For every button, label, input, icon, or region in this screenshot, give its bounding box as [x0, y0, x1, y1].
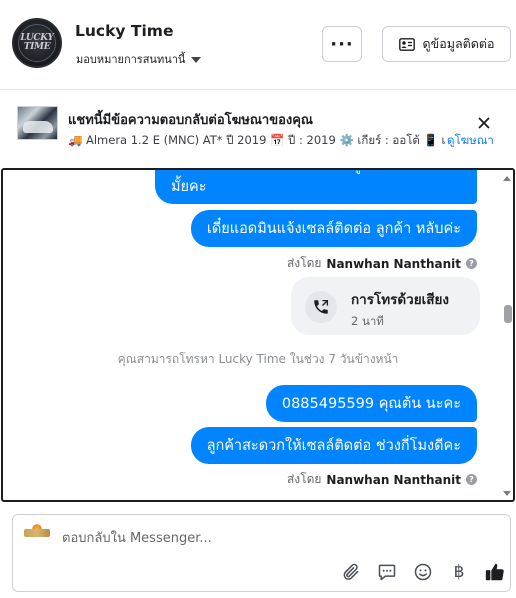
scroll-down-arrow-icon[interactable]: [503, 491, 511, 496]
sender-name: Nanwhan Nanthanit: [326, 472, 461, 487]
page-header: LUCKY TIME Lucky Time มอบหมายการสนทนานี้ …: [0, 0, 516, 90]
saved-replies-button[interactable]: [369, 559, 405, 585]
sent-by-prefix: ส่งโดย: [286, 472, 322, 486]
page-avatar[interactable]: LUCKY TIME: [12, 18, 62, 68]
car-image: [23, 121, 53, 133]
message-text: มั้ยคะ: [171, 179, 207, 195]
call-duration: 2 นาที: [351, 314, 384, 328]
composer-toolbar: ฿: [333, 559, 513, 585]
assign-conversation-label: มอบหมายการสนทนานี้: [76, 53, 186, 66]
ad-reply-banner: แชทนี้มีข้อความตอบกลับต่อโฆษณาของคุณ 🚚 A…: [0, 90, 516, 168]
emoji-button[interactable]: [405, 559, 441, 585]
view-contact-label: ดูข้อมูลติดต่อ: [422, 36, 495, 51]
message-bubble[interactable]: 0885495599 คุณต้น นะคะ: [265, 385, 477, 422]
scroll-up-arrow-icon[interactable]: [503, 176, 511, 181]
logo-palace: [24, 529, 50, 537]
message-thread[interactable]: ขอให้แอดมินแจ้งเซลล์ติดต่อ ลูกค้า หลับค่…: [1, 168, 515, 502]
thumbs-up-icon: [485, 563, 504, 581]
ad-banner-detail: 🚚 Almera 1.2 E (MNC) AT* ปี 2019 📅 ปี : …: [68, 133, 451, 147]
avatar-logo-text: LUCKY TIME: [20, 33, 54, 52]
assign-conversation-dropdown[interactable]: มอบหมายการสนทนานี้: [76, 50, 202, 68]
ad-thumbnail[interactable]: [17, 106, 58, 140]
phone-icon: [305, 291, 337, 323]
message-text: ขอให้แอดมินแจ้งเซลล์ติดต่อ ลูกค้า หลับค่…: [171, 170, 438, 177]
emoji-icon: [414, 563, 432, 581]
message-composer: ตอบกลับใน Messenger... ฿: [12, 514, 511, 592]
ad-banner-title: แชทนี้มีข้อความตอบกลับต่อโฆษณาของคุณ: [68, 113, 313, 128]
sent-by-prefix: ส่งโดย: [286, 256, 322, 270]
scroll-thumb[interactable]: [504, 305, 512, 323]
view-ad-link[interactable]: ดูโฆษณา: [445, 132, 494, 150]
caret-down-icon: [191, 56, 202, 63]
baht-icon: ฿: [453, 562, 465, 582]
page-name[interactable]: Lucky Time: [75, 22, 173, 40]
like-button[interactable]: [477, 559, 513, 585]
sender-name: Nanwhan Nanthanit: [326, 256, 461, 271]
paperclip-icon: [343, 563, 359, 580]
message-bubble[interactable]: ลูกค้าสะดวกให้เซลล์ติดต่อ ช่วงกี่โมงดีคะ: [190, 427, 477, 464]
sent-by-label: ส่งโดย Nanwhan Nanthanit ?: [287, 254, 477, 273]
attach-button[interactable]: [333, 559, 369, 585]
contact-card-icon: [398, 37, 415, 51]
call-availability-notice: คุณสามารถโทรหา Lucky Time ในช่วง 7 วันข้…: [117, 352, 399, 366]
more-options-button[interactable]: ···: [322, 26, 362, 62]
message-bubble[interactable]: เดี๋ยแอดมินแจ้งเซลล์ติดต่อ ลูกค้า หลับค่…: [190, 210, 477, 247]
close-icon[interactable]: [477, 116, 491, 130]
view-contact-button[interactable]: ดูข้อมูลติดต่อ: [382, 26, 511, 62]
payment-button[interactable]: ฿: [441, 559, 477, 585]
info-icon[interactable]: ?: [466, 474, 477, 485]
info-icon[interactable]: ?: [466, 258, 477, 269]
voice-call-card[interactable]: การโทรด้วยเสียง 2 นาที: [291, 277, 480, 335]
sent-by-label: ส่งโดย Nanwhan Nanthanit ?: [287, 470, 477, 489]
call-title: การโทรด้วยเสียง: [351, 292, 450, 308]
reply-input[interactable]: ตอบกลับใน Messenger...: [62, 527, 212, 548]
chat-bubble-icon: [378, 564, 396, 581]
page-logo-avatar: [21, 523, 53, 545]
thread-scrollbar[interactable]: [501, 170, 513, 500]
message-bubble[interactable]: ขอให้แอดมินแจ้งเซลล์ติดต่อ ลูกค้า หลับค่…: [155, 170, 477, 204]
